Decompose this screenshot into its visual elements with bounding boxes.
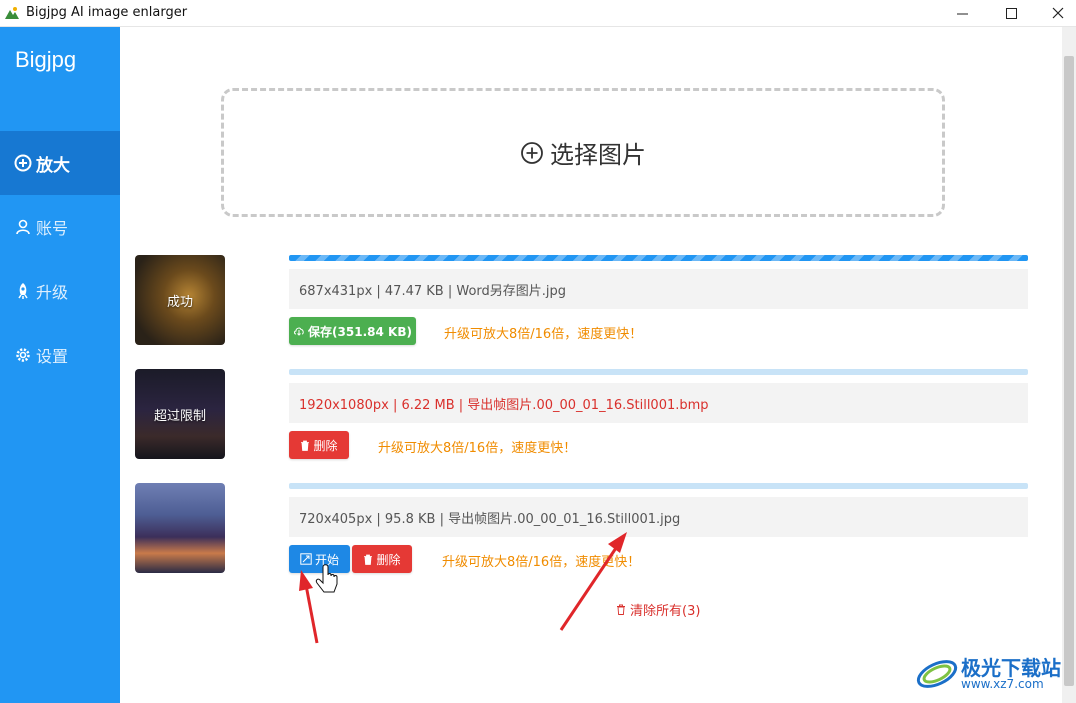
delete-button-label: 删除 [313, 438, 338, 453]
plus-circle-icon [521, 141, 543, 164]
sidebar-item-label: 设置 [36, 347, 69, 366]
red-arrow-icon [299, 570, 319, 644]
maximize-button[interactable] [988, 0, 1034, 26]
close-button[interactable] [1035, 0, 1076, 26]
enlarge-icon [300, 553, 312, 565]
start-button-label: 开始 [314, 552, 339, 567]
progress-bar [289, 369, 1028, 375]
title-bar: Bigjpg AI image enlarger [0, 0, 1076, 27]
sidebar-item-upgrade[interactable]: 升级 [0, 259, 120, 323]
clear-all-button[interactable]: 清除所有(3) [616, 600, 700, 619]
gear-icon [16, 348, 30, 362]
file-thumbnail [135, 483, 225, 573]
file-status-label: 成功 [166, 294, 193, 310]
file-info: 1920x1080px | 6.22 MB | 导出帧图片.00_00_01_1… [289, 383, 1028, 423]
clear-all-label: 清除所有(3) [630, 604, 701, 619]
minimize-button[interactable] [939, 0, 985, 26]
watermark-url: www.xz7.com [961, 677, 1044, 691]
file-thumbnail: 成功 [135, 255, 225, 345]
sidebar-item-account[interactable]: 账号 [0, 195, 120, 259]
close-icon [1052, 7, 1064, 19]
app-logo-icon [5, 7, 19, 19]
trash-icon [617, 604, 625, 615]
minimize-icon [956, 13, 968, 14]
upgrade-tip[interactable]: 升级可放大8倍/16倍，速度更快！ [378, 437, 576, 456]
progress-bar [289, 255, 1028, 261]
brand-logo[interactable]: Bigjpg [15, 47, 76, 73]
sidebar-item-label: 账号 [36, 219, 69, 238]
file-info: 720x405px | 95.8 KB | 导出帧图片.00_00_01_16.… [289, 497, 1028, 537]
cloud-download-icon [294, 327, 304, 336]
trash-icon [301, 440, 310, 451]
user-icon [16, 219, 30, 235]
file-thumbnail: 超过限制 [135, 369, 225, 459]
delete-button-label: 删除 [376, 552, 401, 567]
upgrade-tip[interactable]: 升级可放大8倍/16倍，速度更快！ [444, 323, 642, 342]
plus-circle-icon [14, 154, 32, 172]
sidebar-item-enlarge[interactable]: 放大 [0, 131, 120, 195]
rocket-icon [18, 283, 28, 299]
select-image-dropzone[interactable]: 选择图片 [221, 88, 945, 217]
progress-bar [289, 483, 1028, 489]
start-button[interactable]: 开始 [289, 545, 350, 573]
watermark: 极光下载站 www.xz7.com [915, 650, 1065, 698]
sidebar: Bigjpg 放大 账号 升级 设置 [0, 27, 120, 703]
sidebar-item-label: 放大 [36, 155, 70, 176]
select-image-label: 选择图片 [550, 141, 646, 169]
window-title: Bigjpg AI image enlarger [26, 5, 188, 20]
save-button[interactable]: 保存(351.84 KB) [289, 317, 416, 345]
save-button-label: 保存(351.84 KB) [308, 324, 412, 339]
scrollbar-thumb[interactable] [1064, 56, 1074, 686]
upgrade-tip[interactable]: 升级可放大8倍/16倍，速度更快！ [442, 551, 640, 570]
trash-icon [364, 554, 373, 565]
watermark-logo-icon [916, 660, 958, 688]
sidebar-item-label: 升级 [36, 283, 69, 302]
maximize-icon [1005, 7, 1017, 19]
sidebar-item-settings[interactable]: 设置 [0, 323, 120, 387]
file-info: 687x431px | 47.47 KB | Word另存图片.jpg [289, 269, 1028, 309]
delete-button[interactable]: 删除 [352, 545, 412, 573]
delete-button[interactable]: 删除 [289, 431, 349, 459]
file-status-label: 超过限制 [153, 408, 206, 424]
